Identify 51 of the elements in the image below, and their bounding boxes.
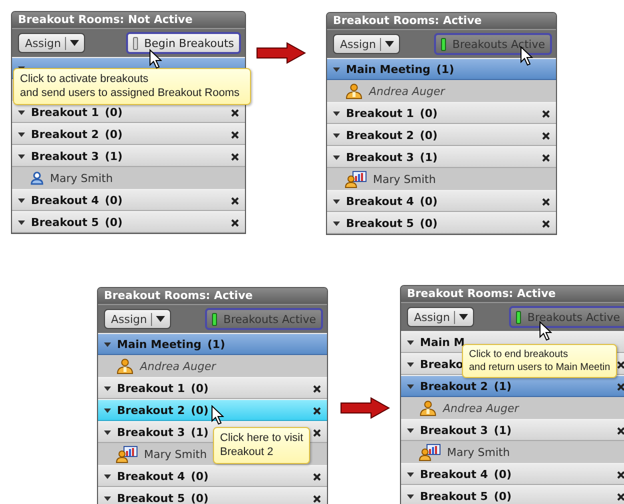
room-count: (1)	[436, 62, 454, 76]
room-name: Breakout 1	[346, 106, 414, 120]
tooltip: Click here to visit Breakout 2	[213, 427, 310, 464]
room-count: (0)	[420, 194, 438, 208]
room-count: (0)	[190, 492, 209, 504]
room-name: Breakout 4	[420, 468, 488, 480]
room-count: (1)	[494, 380, 512, 392]
room-count: (0)	[190, 470, 209, 482]
room-count: (0)	[420, 128, 438, 142]
room-count: (1)	[190, 426, 209, 438]
room-name: Breako	[420, 358, 464, 370]
room-name: Breakout 5	[31, 216, 99, 228]
room-count: (0)	[104, 194, 123, 206]
room-name: Breakout 2	[346, 128, 414, 142]
room-name: Main M	[420, 336, 465, 348]
room-count: (0)	[494, 468, 512, 480]
room-name: Breakout 5	[117, 492, 185, 504]
panel-title: Breakout Rooms: Active	[401, 286, 624, 302]
room-count: (0)	[104, 216, 123, 228]
room-count: (1)	[104, 150, 123, 162]
room-name: Breakout 2	[117, 404, 185, 416]
panel-title: Breakout Rooms: Active	[327, 13, 556, 29]
room-name: Breakout 4	[31, 194, 99, 206]
room-name: Breakout 3	[346, 150, 414, 164]
panel-title: Breakout Rooms: Not Active	[12, 12, 245, 28]
room-name: Breakout 1	[31, 106, 99, 118]
room-name: Breakout 1	[117, 382, 185, 394]
room-count: (0)	[190, 404, 209, 416]
room-name: Breakout 3	[31, 150, 99, 162]
room-name: Main Meeting	[346, 62, 430, 76]
room-name: Breakout 3	[420, 424, 488, 436]
room-name: Breakout 4	[117, 470, 185, 482]
room-name: Breakout 3	[117, 426, 185, 438]
room-name: Breakout 2	[420, 380, 488, 392]
room-count: (0)	[190, 382, 209, 394]
room-count: (1)	[494, 424, 512, 436]
room-name: Breakout 4	[346, 194, 414, 208]
room-name: Breakout 5	[420, 490, 488, 502]
room-count: (0)	[104, 106, 123, 118]
room-count: (0)	[420, 216, 438, 230]
room-count: (1)	[207, 338, 226, 350]
room-count: (0)	[104, 128, 123, 140]
room-count: (0)	[494, 490, 512, 502]
room-name: Main Meeting	[117, 338, 202, 350]
tooltip: Click to activate breakouts and send users to assigned Breakout Rooms	[13, 68, 251, 105]
panel-title: Breakout Rooms: Active	[98, 288, 327, 304]
tooltip: Click to end breakouts and return users to Main Meetin	[462, 344, 618, 378]
room-name: Breakout 2	[31, 128, 99, 140]
room-count: (0)	[420, 106, 438, 120]
room-name: Breakout 5	[346, 216, 414, 230]
room-count: (1)	[420, 150, 438, 164]
